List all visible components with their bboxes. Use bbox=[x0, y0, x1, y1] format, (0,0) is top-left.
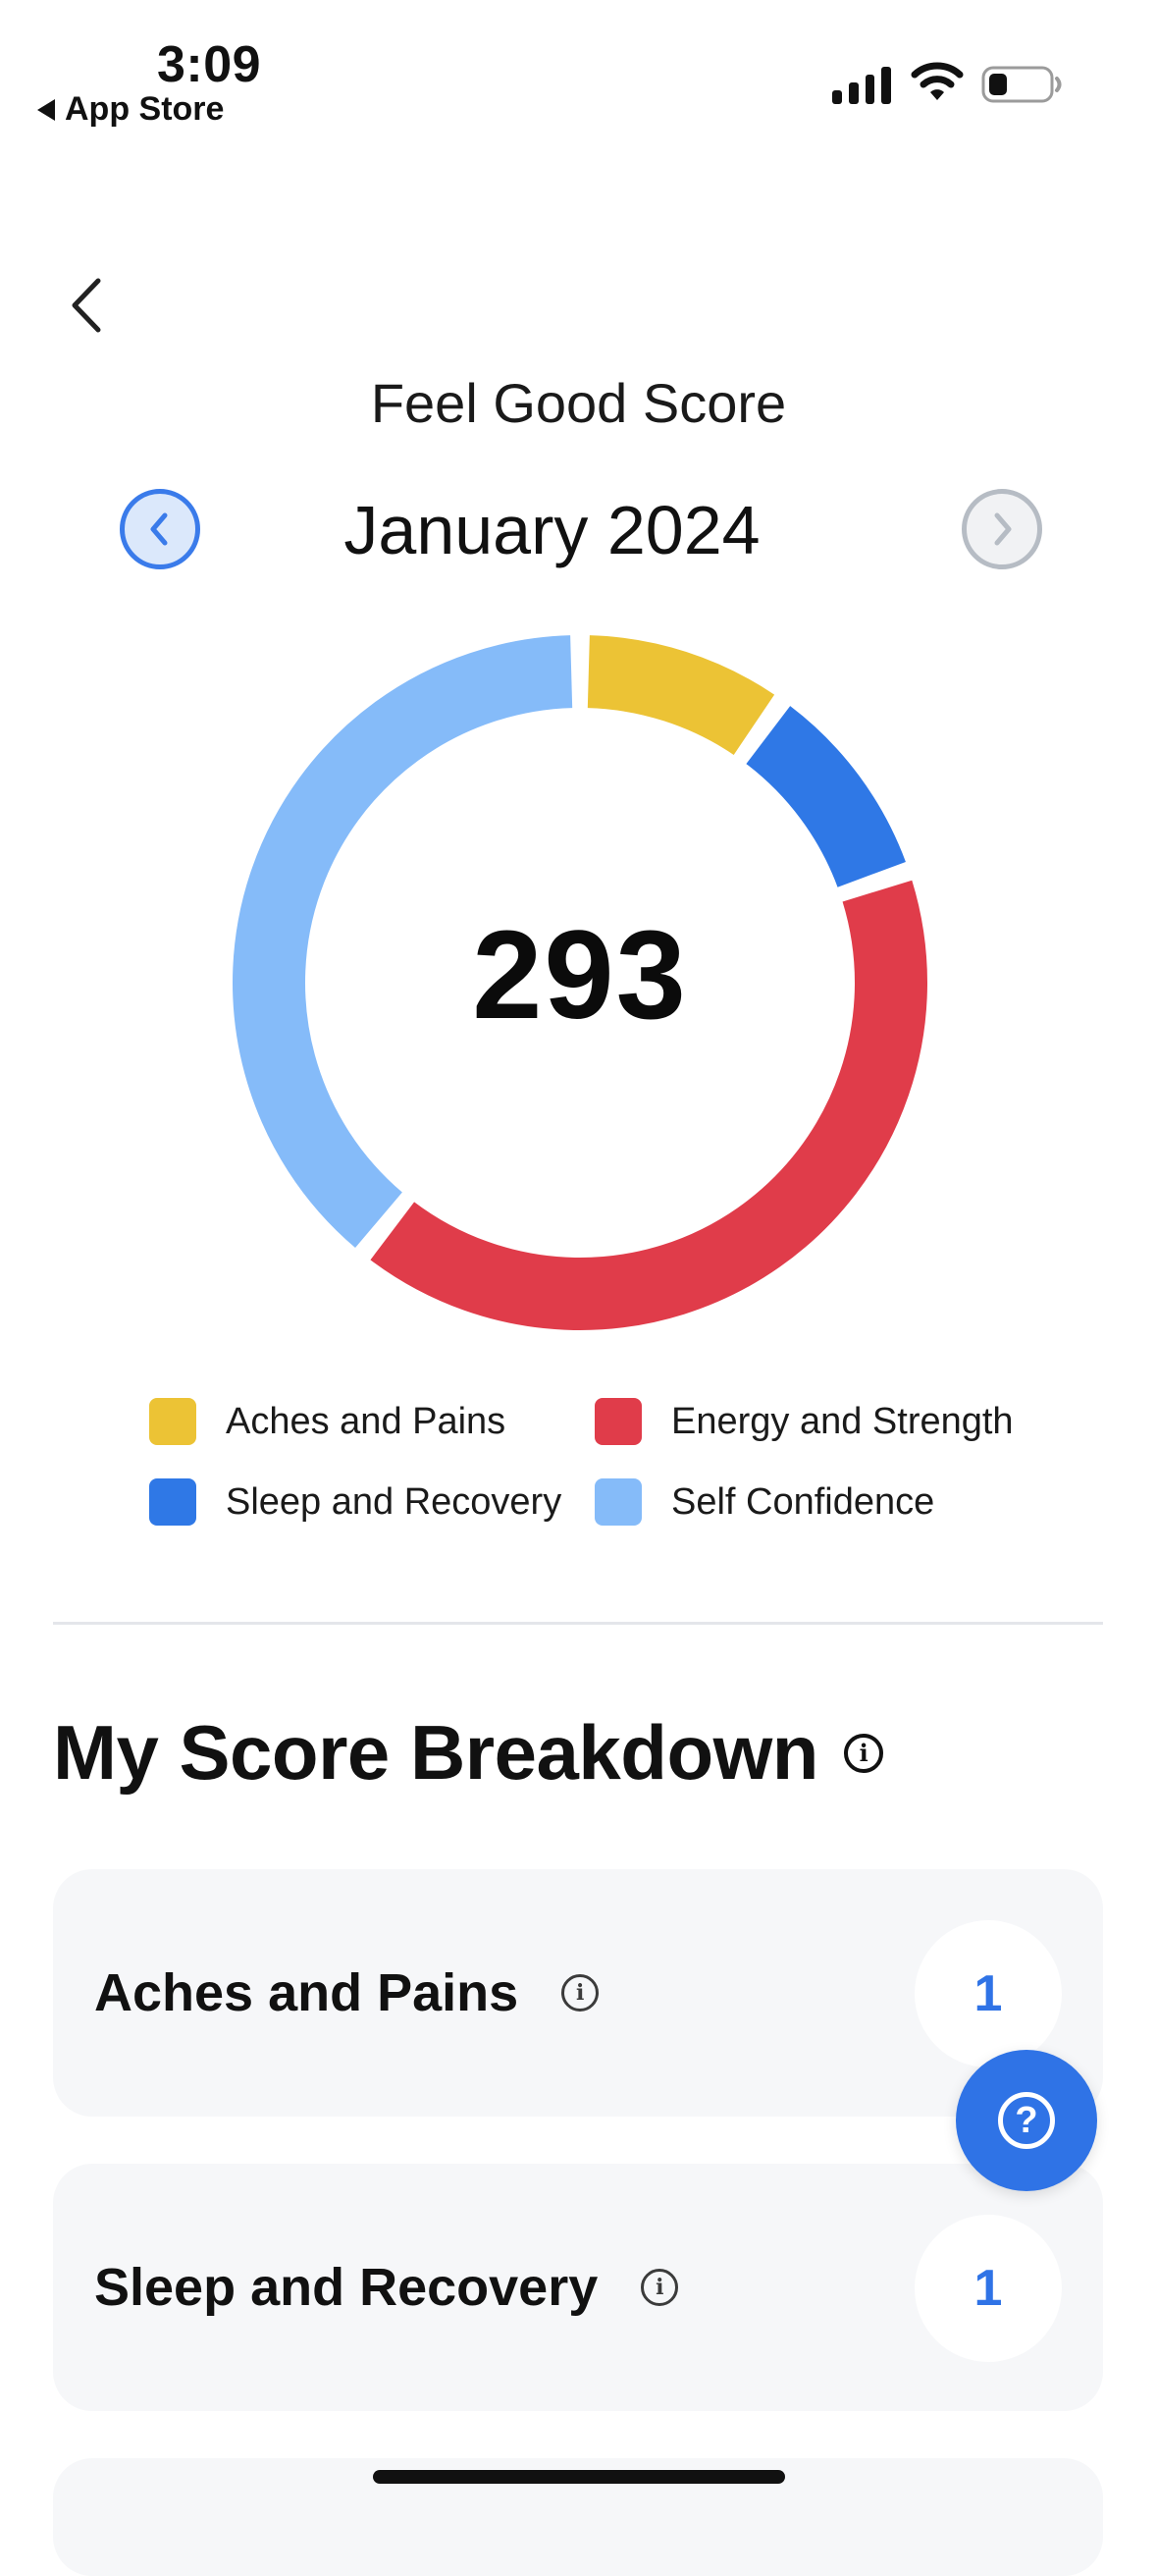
total-score: 293 bbox=[472, 905, 688, 1046]
card-score: 1 bbox=[915, 2215, 1062, 2362]
donut-segment-sleep-and-recovery bbox=[745, 706, 906, 888]
help-button[interactable]: ? bbox=[956, 2050, 1097, 2191]
status-time: 3:09 bbox=[157, 36, 262, 93]
back-triangle-icon bbox=[37, 98, 55, 121]
score-card-sleep-and-recovery[interactable]: Sleep and Recovery i 1 bbox=[53, 2164, 1103, 2411]
chevron-right-icon bbox=[994, 512, 1012, 546]
breakdown-title: My Score Breakdown bbox=[53, 1709, 818, 1796]
back-app-label: App Store bbox=[65, 90, 225, 128]
legend-label: Self Confidence bbox=[671, 1480, 935, 1523]
legend-label: Energy and Strength bbox=[671, 1400, 1014, 1442]
legend-swatch bbox=[595, 1478, 642, 1526]
legend-label: Sleep and Recovery bbox=[226, 1480, 562, 1523]
legend-item-sleep-and-recovery: Sleep and Recovery bbox=[149, 1478, 561, 1526]
card-label: Sleep and Recovery bbox=[94, 2258, 599, 2317]
legend-swatch bbox=[595, 1398, 642, 1445]
info-icon[interactable]: i bbox=[561, 1974, 600, 2012]
card-score: 1 bbox=[915, 1920, 1062, 2067]
legend-item-self-confidence: Self Confidence bbox=[595, 1478, 934, 1526]
legend-item-energy-and-strength: Energy and Strength bbox=[595, 1398, 1014, 1445]
next-month-button[interactable] bbox=[962, 489, 1042, 569]
legend-item-aches-and-pains: Aches and Pains bbox=[149, 1398, 505, 1445]
back-to-app-store[interactable]: App Store bbox=[37, 90, 224, 129]
donut-segment-aches-and-pains bbox=[587, 635, 775, 756]
breakdown-heading: My Score Breakdown i bbox=[53, 1708, 883, 1798]
battery-icon bbox=[981, 66, 1062, 103]
chevron-left-icon bbox=[72, 278, 101, 333]
card-label-row: Sleep and Recovery i bbox=[94, 2164, 679, 2411]
month-label: January 2024 bbox=[343, 492, 761, 568]
question-circle-icon: ? bbox=[998, 2092, 1055, 2149]
back-button[interactable] bbox=[65, 273, 108, 338]
legend-label: Aches and Pains bbox=[226, 1400, 506, 1442]
card-label-row: Aches and Pains i bbox=[94, 1869, 600, 2117]
wifi-icon bbox=[911, 62, 964, 100]
page-title: Feel Good Score bbox=[370, 372, 787, 434]
section-divider bbox=[53, 1622, 1103, 1625]
legend-swatch bbox=[149, 1478, 196, 1526]
cellular-signal-icon bbox=[832, 65, 891, 104]
home-indicator bbox=[373, 2470, 785, 2484]
info-icon[interactable]: i bbox=[843, 1733, 883, 1773]
score-card-aches-and-pains[interactable]: Aches and Pains i 1 bbox=[53, 1869, 1103, 2117]
card-label: Aches and Pains bbox=[94, 1963, 519, 2022]
info-icon[interactable]: i bbox=[641, 2269, 679, 2306]
legend-swatch bbox=[149, 1398, 196, 1445]
